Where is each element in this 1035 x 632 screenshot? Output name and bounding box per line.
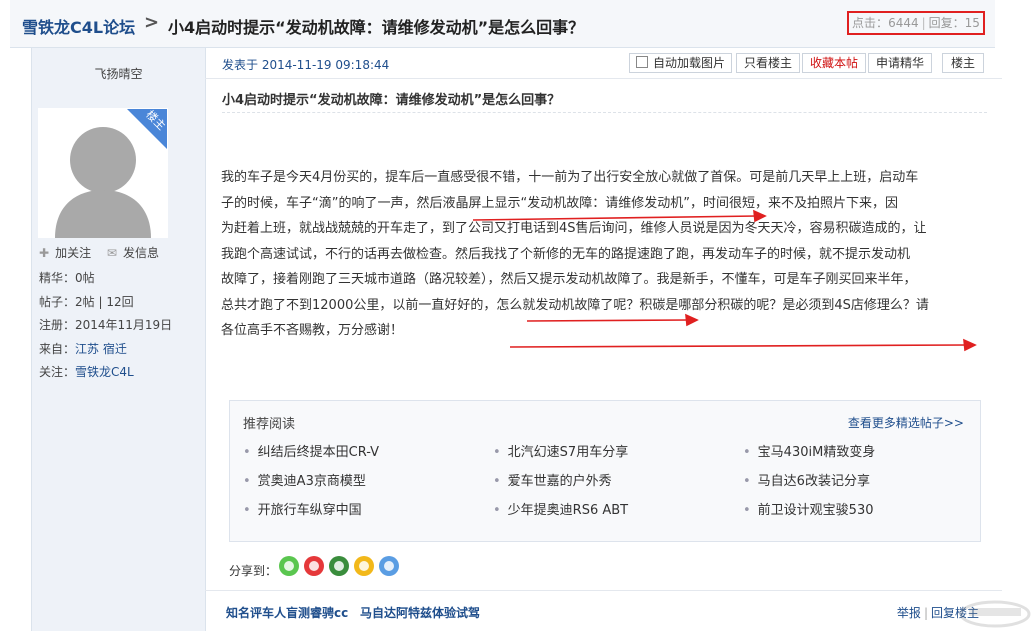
watermark-logo xyxy=(959,600,1031,628)
annotation-arrow-1-head xyxy=(753,209,767,223)
author-stats: 精华：0帖 帖子：2帖 | 12回 注册：2014年11月19日 来自：江苏 宿… xyxy=(39,267,172,385)
thread-title: 小4启动时提示“发动机故障：请维修发动机”是怎么回事？ xyxy=(168,18,585,37)
views-count: 6444 xyxy=(888,16,919,30)
footer-link-1[interactable]: 知名评车人盲测睿骋cc xyxy=(226,604,348,621)
author-actions: ✚ 加关注 ✉ 发信息 xyxy=(39,244,171,261)
recommend-more-link[interactable]: 查看更多精选帖子>> xyxy=(848,414,964,431)
author-panel: 飞扬晴空 楼主 ✚ 加关注 ✉ 发信息 精华：0帖 帖子：2帖 | 12回 注册：2… xyxy=(31,48,206,631)
stats-divider: | xyxy=(921,16,926,30)
author-stat-posts: 帖子：2帖 | 12回 xyxy=(39,294,134,309)
message-label: 发信息 xyxy=(122,246,159,260)
forum-name-link[interactable]: 雪铁龙C4L论坛 xyxy=(22,14,135,38)
annotation-arrow-2 xyxy=(526,319,690,322)
author-stat-featured: 精华：0帖 xyxy=(39,271,95,285)
replies-label: 回复： xyxy=(928,16,965,30)
author-stat-registered: 注册：2014年11月19日 xyxy=(39,318,173,332)
annotation-arrow-1 xyxy=(472,215,758,221)
recommend-item[interactable]: • 赏奥迪A3京商模型 xyxy=(243,470,366,489)
recommend-item[interactable]: • 宝马430iM精致变身 xyxy=(743,441,875,460)
recommend-item[interactable]: • 前卫设计观宝骏530 xyxy=(743,499,874,518)
recommend-item[interactable]: • 北汽幻速S7用车分享 xyxy=(493,441,628,460)
plus-icon: ✚ xyxy=(39,246,50,260)
post-main: 发表于 2014-11-19 09:18:44 自动加载图片 只看楼主 收藏本帖… xyxy=(205,48,1002,631)
recommend-item[interactable]: • 纠结后终提本田CR-V xyxy=(243,441,379,460)
author-name[interactable]: 飞扬晴空 xyxy=(32,65,205,82)
replies-count: 15 xyxy=(964,16,980,30)
thread-stats: 点击：6444 | 回复：15 xyxy=(847,11,985,35)
annotation-arrows xyxy=(472,209,977,352)
recommend-item[interactable]: • 马自达6改装记分享 xyxy=(743,470,870,489)
author-stat-location: 来自：江苏 宿迁 xyxy=(39,341,127,356)
annotation-arrow-3-head xyxy=(963,338,977,352)
message-button[interactable]: ✉ 发信息 xyxy=(107,244,165,261)
mail-icon: ✉ xyxy=(106,246,117,260)
recommend-item[interactable]: • 开旅行车纵穿中国 xyxy=(243,499,362,518)
thread-header: 雪铁龙C4L论坛 > 小4启动时提示“发动机故障：请维修发动机”是怎么回事？ 点… xyxy=(10,0,995,48)
author-stat-following: 关注：雪铁龙C4L xyxy=(39,365,134,379)
follow-button[interactable]: ✚ 加关注 xyxy=(39,244,97,261)
wechat-icon[interactable] xyxy=(279,556,299,576)
views-label: 点击： xyxy=(852,16,889,30)
friends-circle-icon[interactable] xyxy=(329,556,349,576)
post-footer: 知名评车人盲测睿骋cc 马自达阿特兹体验试驾 举报 | 回复楼主 xyxy=(205,590,1002,632)
qzone-icon[interactable] xyxy=(354,556,374,576)
qq-icon[interactable] xyxy=(379,556,399,576)
footer-link-2[interactable]: 马自达阿特兹体验试驾 xyxy=(360,604,480,621)
recommend-item[interactable]: • 爱车世嘉的户外秀 xyxy=(493,470,612,489)
annotation-arrow-2-head xyxy=(685,313,699,327)
recommend-box: 推荐阅读 查看更多精选帖子>> • 纠结后终提本田CR-V • 北汽幻速S7用车分享… xyxy=(229,400,981,542)
annotation-arrow-3 xyxy=(509,344,968,348)
recommend-item[interactable]: • 少年提奥迪RS6 ABT xyxy=(493,499,628,518)
report-link[interactable]: 举报 xyxy=(897,606,921,620)
recommend-title: 推荐阅读 xyxy=(243,417,296,432)
breadcrumb-separator: > xyxy=(144,12,160,33)
follow-label: 加关注 xyxy=(55,246,92,260)
weibo-icon[interactable] xyxy=(304,556,324,576)
share-label: 分享到： xyxy=(229,564,278,578)
